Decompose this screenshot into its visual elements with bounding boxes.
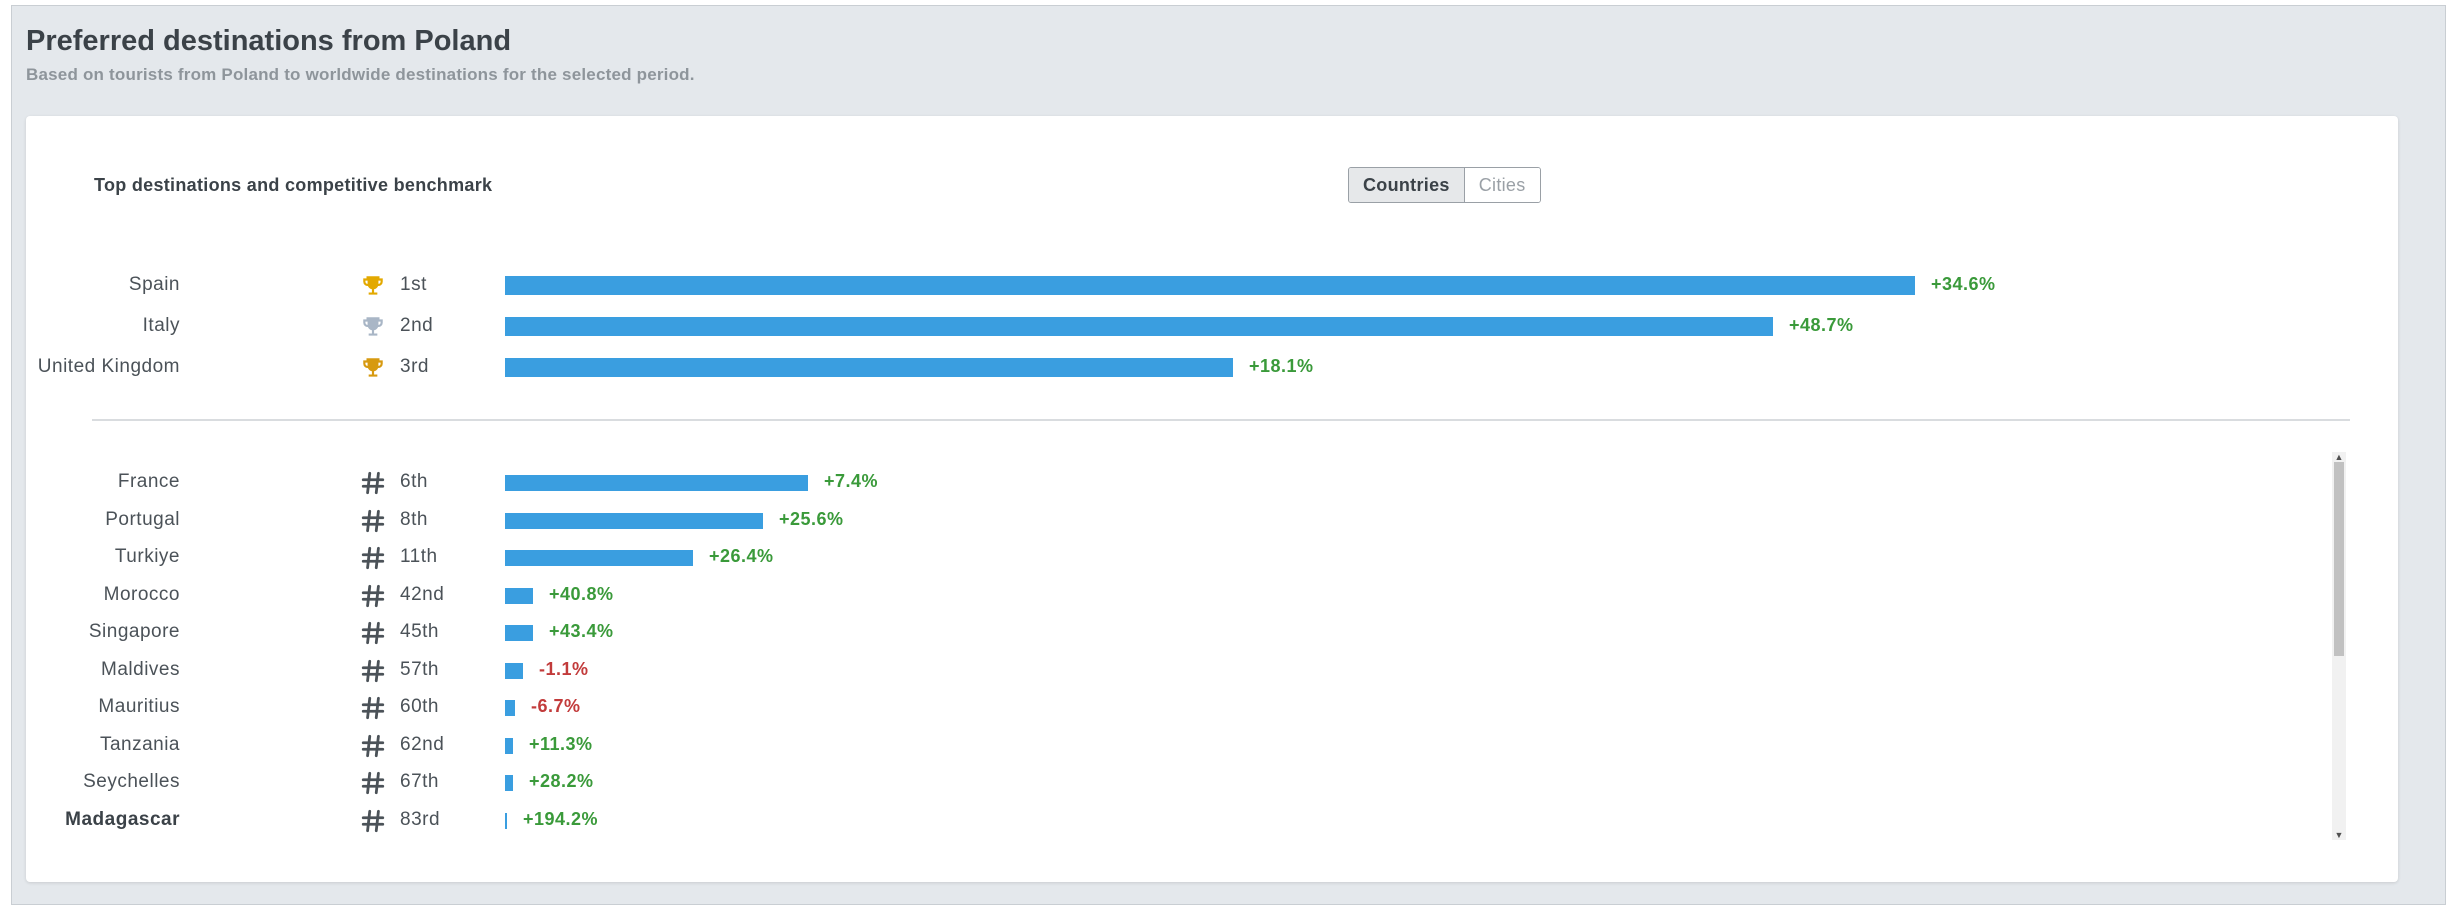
destination-change: +34.6%: [1931, 274, 1996, 294]
destination-row: Seychelles 67th +28.2%: [0, 767, 2300, 799]
destination-name: Maldives: [101, 658, 180, 680]
destination-change: +26.4%: [709, 546, 774, 566]
destination-row: Singapore 45th +43.4%: [0, 617, 2300, 649]
destination-row: Morocco 42nd +40.8%: [0, 580, 2300, 612]
destination-bar: [505, 587, 533, 604]
destination-row: Madagascar 83rd +194.2%: [0, 805, 2300, 837]
destination-row: Spain 1st +34.6%: [0, 270, 2300, 302]
destination-name: Seychelles: [83, 771, 180, 792]
destination-name: Madagascar: [65, 808, 180, 830]
destination-rank: 62nd: [400, 733, 445, 755]
hash-icon: [360, 658, 386, 684]
destination-rank: 8th: [400, 508, 428, 530]
destination-name: Turkiye: [114, 546, 180, 567]
scroll-up-arrow-icon[interactable]: ▲: [2334, 452, 2344, 462]
countries-toggle-button[interactable]: Countries: [1349, 168, 1465, 202]
destination-bar: [505, 700, 515, 716]
destination-bar: [505, 358, 1233, 377]
destination-row: Tanzania 62nd +11.3%: [0, 730, 2300, 762]
destination-rank: 1st: [400, 274, 427, 295]
destination-bar: [505, 737, 513, 754]
destination-change: +11.3%: [529, 733, 593, 754]
destination-change: +25.6%: [779, 508, 844, 529]
destination-bar: [505, 625, 533, 641]
destination-name: France: [117, 471, 180, 492]
destination-row: Mauritius 60th -6.7%: [0, 692, 2300, 724]
destination-change: +18.1%: [1249, 356, 1314, 376]
destination-row: United Kingdom 3rd +18.1%: [0, 352, 2300, 384]
destination-rank: 45th: [400, 621, 439, 642]
destination-row: France 6th +7.4%: [0, 467, 2300, 499]
hash-icon: [360, 470, 386, 496]
hash-icon: [360, 733, 386, 759]
destination-row: Maldives 57th -1.1%: [0, 655, 2300, 687]
destination-name: United Kingdom: [37, 356, 180, 377]
card-title: Top destinations and competitive benchma…: [94, 175, 493, 195]
destination-rank: 2nd: [400, 315, 434, 336]
hash-icon: [360, 808, 386, 834]
destination-name: Singapore: [88, 621, 180, 642]
hash-icon: [360, 583, 386, 609]
scroll-down-arrow-icon[interactable]: ▼: [2334, 830, 2344, 840]
destination-rank: 6th: [400, 471, 428, 492]
destination-name: Portugal: [105, 508, 180, 530]
destination-rank: 83rd: [400, 808, 441, 830]
scrollbar-thumb[interactable]: [2334, 462, 2344, 656]
destination-change: +194.2%: [523, 808, 599, 829]
destination-bar: [505, 775, 513, 791]
destination-bar: [505, 512, 763, 529]
hash-icon: [360, 770, 386, 796]
hash-icon: [360, 545, 386, 571]
destination-name: Italy: [142, 315, 180, 336]
section-divider: [92, 419, 2350, 421]
destination-rank: 3rd: [400, 356, 429, 377]
destination-name: Mauritius: [98, 696, 180, 717]
destination-rank: 11th: [400, 546, 438, 567]
cities-toggle-button[interactable]: Cities: [1464, 168, 1540, 202]
gold-trophy-icon: [360, 273, 386, 299]
destination-bar: [505, 662, 523, 679]
destination-rank: 60th: [400, 696, 439, 717]
destination-rank: 42nd: [400, 583, 445, 605]
bronze-trophy-icon: [360, 355, 386, 381]
destination-change: +43.4%: [549, 621, 614, 641]
silver-trophy-icon: [360, 314, 386, 340]
destination-rank: 67th: [400, 771, 439, 792]
destination-bar: [505, 317, 1773, 336]
destination-rank: 57th: [400, 658, 439, 680]
destination-change: -6.7%: [531, 696, 581, 716]
destination-change: +40.8%: [549, 583, 614, 604]
destination-row: Turkiye 11th +26.4%: [0, 542, 2300, 574]
page-title: Preferred destinations from Poland: [26, 25, 512, 57]
destination-name: Tanzania: [99, 733, 180, 755]
destination-change: +28.2%: [529, 771, 594, 791]
page-subtitle: Based on tourists from Poland to worldwi…: [26, 65, 695, 84]
hash-icon: [360, 620, 386, 646]
hash-icon: [360, 508, 386, 534]
destination-change: +48.7%: [1789, 315, 1854, 335]
destination-bar: [505, 812, 507, 829]
destination-change: -1.1%: [539, 658, 589, 679]
destination-name: Spain: [128, 274, 180, 295]
destination-change: +7.4%: [824, 471, 879, 491]
destination-bar: [505, 550, 693, 566]
destination-bar: [505, 475, 808, 491]
hash-icon: [360, 695, 386, 721]
destination-row: Italy 2nd +48.7%: [0, 311, 2300, 343]
countries-cities-toggle: Countries Cities: [1348, 167, 1541, 203]
destination-row: Portugal 8th +25.6%: [0, 505, 2300, 537]
destination-bar: [505, 276, 1915, 295]
destination-name: Morocco: [103, 583, 180, 605]
